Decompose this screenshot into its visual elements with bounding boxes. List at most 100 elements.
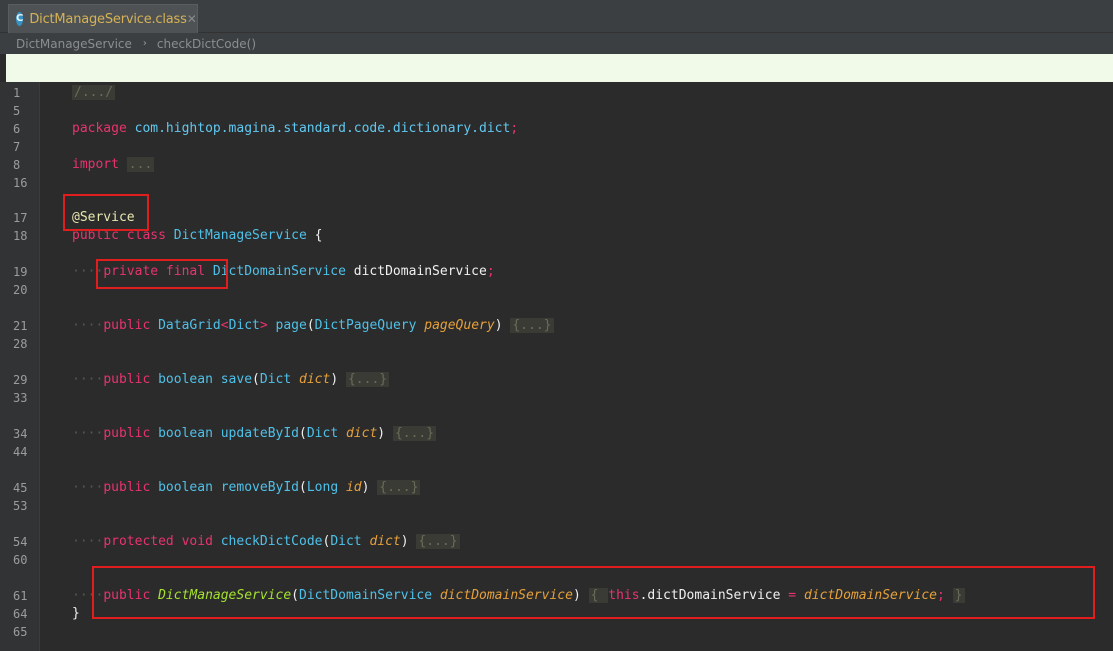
code-line: 28 [0,335,1113,353]
code-token: ) [377,426,393,441]
code-token: ) [400,534,417,549]
code-token: ) [361,480,378,495]
line-number: 60 [13,553,28,567]
code-text: ····public DataGrid<Dict> page(DictPageQ… [72,317,554,335]
code-token[interactable]: {...} [392,426,437,441]
code-line: 54 ····protected void checkDictCode(Dict … [0,533,1113,551]
code-token: Dict [306,426,346,441]
code-line: 18 public class DictManageService { [0,227,1113,245]
code-token: } [72,606,80,621]
line-number: 44 [13,445,28,459]
code-text: package com.hightop.magina.standard.code… [72,120,518,138]
code-token: DictDomainService [212,264,354,279]
breadcrumb-method[interactable]: checkDictCode() [157,37,256,51]
code-token: Dict [228,318,260,333]
code-token: save [220,372,253,387]
code-line: 8 import ... [0,156,1113,174]
line-number: 61 [13,589,28,603]
code-token: removeById [220,480,300,495]
line-number: 6 [13,122,21,136]
line-number: 33 [13,391,28,405]
code-token: public [103,480,159,495]
code-token: void [181,534,221,549]
line-number: 65 [13,625,28,639]
line-number: 45 [13,481,28,495]
code-token: public [103,318,159,333]
line-number: 16 [13,176,28,190]
code-token[interactable]: {...} [377,480,421,495]
code-token: ; [486,264,495,279]
code-token: id [345,480,362,495]
highlight-box-annotation [63,194,149,231]
code-token[interactable]: ... [126,157,155,172]
code-token: public [103,372,159,387]
line-number: 53 [13,499,28,513]
code-line: 65 [0,623,1113,641]
class-file-icon: C [16,12,24,26]
code-token: Long [306,480,346,495]
code-token: ···· [72,534,104,549]
code-token: ) [494,318,511,333]
code-token: DataGrid [158,318,221,333]
code-token: import [72,157,127,172]
code-token: { [314,228,323,243]
code-token[interactable]: {...} [345,372,390,387]
code-line: 5 [0,102,1113,120]
line-number: 7 [13,140,21,154]
line-number: 20 [13,283,28,297]
code-token: ( [306,318,315,333]
code-token: public [103,426,159,441]
close-icon[interactable]: ✕ [187,12,197,26]
code-editor[interactable]: 1 /.../ 5 6 package com.hightop.magina.stand… [0,82,1113,651]
code-token: Dict [259,372,300,387]
code-token: ( [252,372,260,387]
line-number: 1 [13,86,21,100]
line-number: 29 [13,373,28,387]
code-token: ; [510,121,519,136]
code-line: 29 ····public boolean save(Dict dict) {..… [0,371,1113,389]
editor-tab-bar: C DictManageService.class ✕ [0,0,1113,33]
tab-dict-manage-service[interactable]: C DictManageService.class ✕ [8,4,198,33]
code-line: 7 [0,138,1113,156]
code-token: boolean [158,426,221,441]
code-token: dict [369,534,401,549]
code-line: 21 ····public DataGrid<Dict> page(DictPag… [0,317,1113,335]
code-token[interactable]: /.../ [72,85,116,100]
tab-label: DictManageService.class [29,11,187,27]
code-text: } [72,605,80,623]
code-token: ···· [72,372,104,387]
code-line: 45 ····public boolean removeById(Long id)… [0,479,1113,497]
code-text: /.../ [72,84,116,102]
line-number: 5 [13,104,21,118]
code-token: ···· [72,480,104,495]
code-token: ) [330,372,346,387]
code-token: > [259,318,276,333]
code-token: ···· [72,318,104,333]
line-number: 34 [13,427,28,441]
code-line: 16 [0,174,1113,192]
code-token: DictManageService [173,228,315,243]
code-line: 17 @Service [0,209,1113,227]
code-token: package [72,121,135,136]
code-text: ····public boolean updateById(Dict dict)… [72,425,437,443]
code-token: dict [299,372,331,387]
decompiled-notice-banner [6,54,1113,82]
code-token: pageQuery [424,318,495,333]
chevron-right-icon: › [142,38,147,49]
code-token: dictDomainService [353,264,487,279]
breadcrumb-class[interactable]: DictManageService [16,37,132,51]
code-token: protected [103,534,182,549]
line-number: 21 [13,319,28,333]
code-token: checkDictCode [220,534,323,549]
line-number: 28 [13,337,28,351]
code-token[interactable]: {...} [510,318,554,333]
code-line: 34 ····public boolean updateById(Dict dic… [0,425,1113,443]
line-number: 18 [13,229,28,243]
code-token: com.hightop.magina.standard.code.diction… [134,121,511,136]
code-token: boolean [158,372,221,387]
code-line: 53 [0,497,1113,515]
code-token[interactable]: {...} [416,534,460,549]
code-token: page [275,318,307,333]
code-token: < [220,318,229,333]
code-text: ····protected void checkDictCode(Dict di… [72,533,460,551]
